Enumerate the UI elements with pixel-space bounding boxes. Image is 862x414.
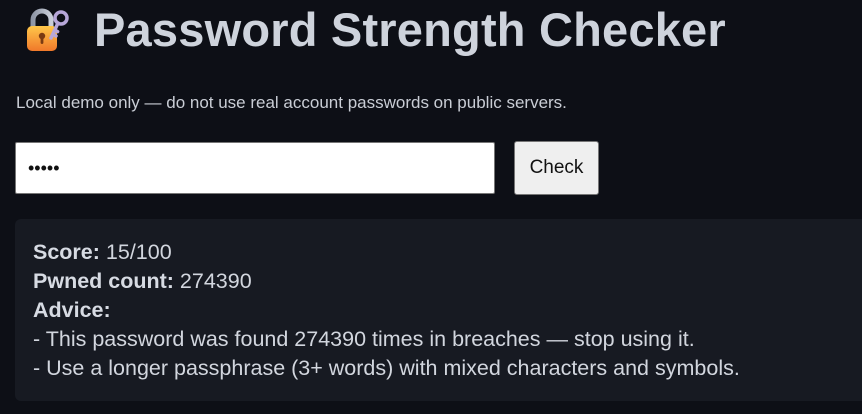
security-notice: Local demo only — do not use real accoun…	[16, 93, 567, 112]
advice-label: Advice:	[33, 298, 111, 322]
score-value: 15/100	[105, 240, 172, 264]
advice-item: - This password was found 274390 times i…	[33, 327, 695, 351]
pwned-count-line: Pwned count: 274390	[33, 267, 862, 296]
page-title: Password Strength Checker	[94, 2, 726, 56]
page-header: Password Strength Checker	[22, 2, 726, 56]
locked-with-key-icon	[27, 8, 69, 51]
advice-heading: Advice:	[33, 296, 862, 325]
pwned-count-label: Pwned count:	[33, 269, 174, 293]
pwned-count-value: 274390	[179, 269, 252, 293]
advice-item: - Use a longer passphrase (3+ words) wit…	[33, 356, 740, 380]
score-line: Score: 15/100	[33, 238, 862, 267]
password-input[interactable]	[15, 142, 495, 194]
result-panel: Score: 15/100 Pwned count: 274390 Advice…	[15, 219, 862, 401]
check-button[interactable]: Check	[514, 141, 599, 195]
score-label: Score:	[33, 240, 100, 264]
